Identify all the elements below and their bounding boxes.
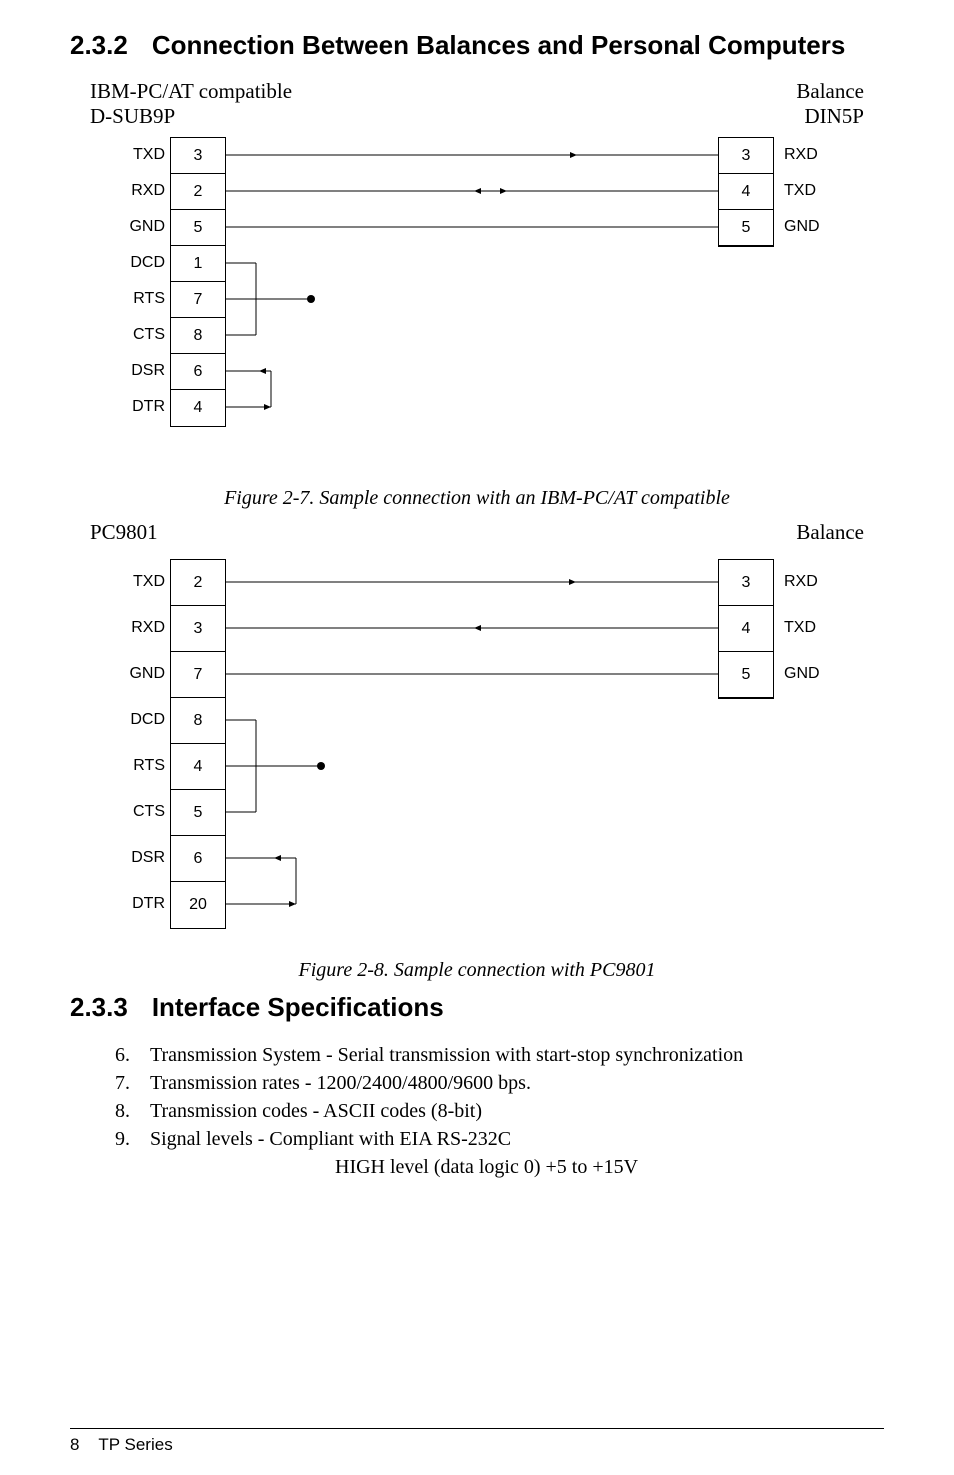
signal-label: GND: [784, 209, 829, 245]
signal-label: GND: [120, 651, 165, 697]
pin-cell: 4: [719, 174, 773, 210]
fig28-left-signal-labels: TXD RXD GND DCD RTS CTS DSR DTR: [120, 559, 165, 927]
pin-cell: 5: [719, 210, 773, 246]
heading-num: 2.3.3: [70, 992, 128, 1023]
pin-cell: 2: [171, 174, 225, 210]
fig27-top-left-1: IBM-PC/AT compatible: [90, 79, 292, 104]
fig27-left-signal-labels: TXD RXD GND DCD RTS CTS DSR DTR: [120, 137, 165, 425]
heading-num: 2.3.2: [70, 30, 128, 61]
fig28-right-pin-stack: 3 4 5: [718, 559, 774, 699]
list-num: 9.: [115, 1125, 150, 1153]
heading-2-3-2: 2.3.2 Connection Between Balances and Per…: [70, 30, 884, 61]
interface-spec-list: 6.Transmission System - Serial transmiss…: [70, 1041, 884, 1181]
signal-label: DSR: [120, 835, 165, 881]
pin-cell: 5: [171, 790, 225, 836]
signal-label: TXD: [120, 559, 165, 605]
signal-label: GND: [784, 651, 829, 697]
pin-cell: 5: [719, 652, 773, 698]
signal-label: RXD: [784, 137, 829, 173]
list-item: 8.Transmission codes - ASCII codes (8-bi…: [115, 1097, 884, 1125]
heading-2-3-3: 2.3.3 Interface Specifications: [70, 992, 884, 1023]
fig27-top-labels: IBM-PC/AT compatible D-SUB9P Balance DIN…: [70, 79, 884, 137]
list-num: 6.: [115, 1041, 150, 1069]
signal-label: RXD: [120, 173, 165, 209]
page-number: 8: [70, 1435, 79, 1454]
list-text: Transmission System - Serial transmissio…: [150, 1041, 743, 1069]
fig28-top-labels: PC9801 Balance: [70, 520, 884, 559]
signal-label: TXD: [120, 137, 165, 173]
pin-cell: 7: [171, 652, 225, 698]
figure-2-8: TXD RXD GND DCD RTS CTS DSR DTR 2 3 7 8 …: [70, 559, 884, 949]
pin-cell: 2: [171, 560, 225, 606]
heading-title: Interface Specifications: [152, 992, 444, 1022]
fig27-top-right-1: Balance: [796, 79, 864, 104]
list-text: Transmission rates - 1200/2400/4800/9600…: [150, 1069, 531, 1097]
pin-cell: 3: [719, 138, 773, 174]
pin-cell: 3: [719, 560, 773, 606]
pin-cell: 4: [171, 390, 225, 426]
fig27-wiring-diagram: [226, 137, 718, 437]
pin-cell: 8: [171, 318, 225, 354]
signal-label: DCD: [120, 245, 165, 281]
fig27-caption: Figure 2-7. Sample connection with an IB…: [70, 487, 884, 510]
list-item: 9.Signal levels - Compliant with EIA RS-…: [115, 1125, 884, 1153]
signal-label: CTS: [120, 789, 165, 835]
fig27-right-signal-labels: RXD TXD GND: [784, 137, 829, 245]
signal-label: DTR: [120, 389, 165, 425]
signal-label: DCD: [120, 697, 165, 743]
heading-title: Connection Between Balances and Personal…: [152, 30, 846, 60]
signal-label: TXD: [784, 605, 829, 651]
pin-cell: 1: [171, 246, 225, 282]
list-item: 7.Transmission rates - 1200/2400/4800/96…: [115, 1069, 884, 1097]
page-footer: 8 TP Series: [70, 1428, 884, 1455]
pin-cell: 7: [171, 282, 225, 318]
signal-label: CTS: [120, 317, 165, 353]
signal-label: RXD: [784, 559, 829, 605]
signal-label: RTS: [120, 743, 165, 789]
pin-cell: 6: [171, 836, 225, 882]
signal-label: RXD: [120, 605, 165, 651]
signal-label: GND: [120, 209, 165, 245]
fig28-wiring-diagram: [226, 559, 718, 939]
pin-cell: 6: [171, 354, 225, 390]
figure-2-7: TXD RXD GND DCD RTS CTS DSR DTR 3 2 5 1 …: [70, 137, 884, 477]
pin-cell: 8: [171, 698, 225, 744]
pin-cell: 3: [171, 138, 225, 174]
pin-cell: 4: [171, 744, 225, 790]
fig27-right-pin-stack: 3 4 5: [718, 137, 774, 247]
pin-cell: 4: [719, 606, 773, 652]
fig28-right-signal-labels: RXD TXD GND: [784, 559, 829, 697]
list-item: 6.Transmission System - Serial transmiss…: [115, 1041, 884, 1069]
list-num: 8.: [115, 1097, 150, 1125]
footer-series: TP Series: [98, 1435, 172, 1454]
pin-cell: 3: [171, 606, 225, 652]
list-subtext: HIGH level (data logic 0) +5 to +15V: [115, 1153, 884, 1181]
fig27-top-right-2: DIN5P: [796, 104, 864, 129]
list-text: Transmission codes - ASCII codes (8-bit): [150, 1097, 482, 1125]
list-num: 7.: [115, 1069, 150, 1097]
signal-label: TXD: [784, 173, 829, 209]
fig28-left-pin-stack: 2 3 7 8 4 5 6 20: [170, 559, 226, 929]
signal-label: RTS: [120, 281, 165, 317]
list-text: Signal levels - Compliant with EIA RS-23…: [150, 1125, 511, 1153]
fig28-caption: Figure 2-8. Sample connection with PC980…: [70, 959, 884, 982]
fig27-left-pin-stack: 3 2 5 1 7 8 6 4: [170, 137, 226, 427]
signal-label: DSR: [120, 353, 165, 389]
pin-cell: 20: [171, 882, 225, 928]
pin-cell: 5: [171, 210, 225, 246]
fig28-top-left: PC9801: [90, 520, 158, 545]
fig28-top-right: Balance: [796, 520, 864, 545]
signal-label: DTR: [120, 881, 165, 927]
fig27-top-left-2: D-SUB9P: [90, 104, 292, 129]
